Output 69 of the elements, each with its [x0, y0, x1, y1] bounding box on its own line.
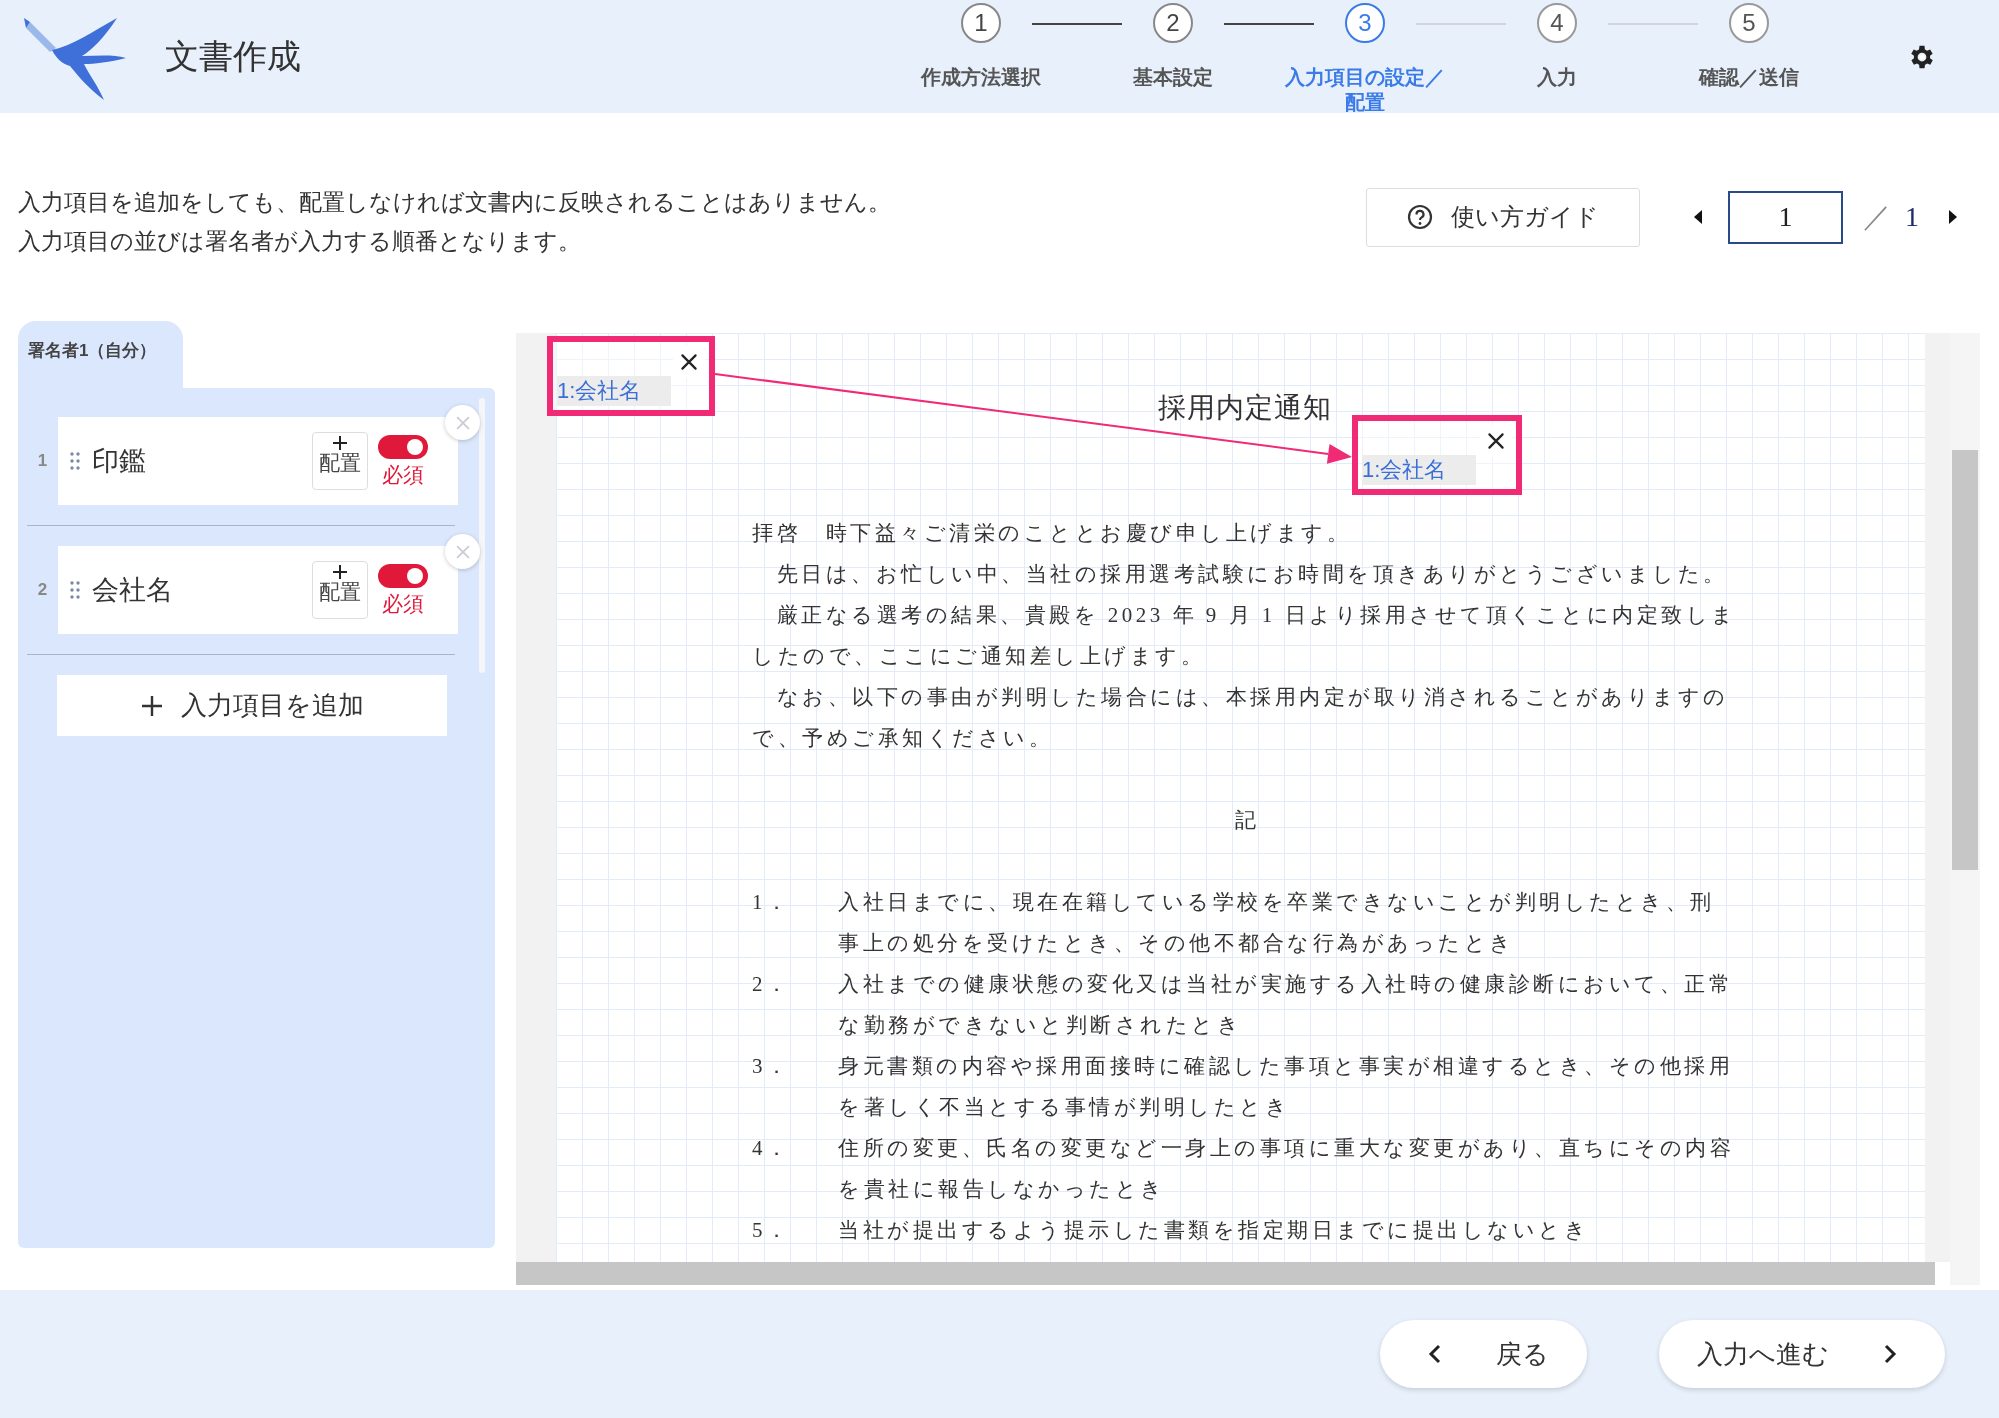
list-number: 5．: [752, 1217, 792, 1244]
document-paragraph: 厳正なる選考の結果、貴殿を 2023 年 9 月 1 日より採用させて頂くことに内定致しましたので、ここにご通知差し上げます。: [752, 602, 1738, 670]
step-number: 5: [1729, 3, 1769, 43]
page-number-field[interactable]: 1: [1728, 190, 1843, 244]
field-tag: 1:会社名: [1362, 455, 1477, 485]
step-label: 入力項目の設定／配置: [1285, 65, 1445, 115]
placed-field[interactable]: 1:会社名: [1352, 415, 1522, 495]
document-paragraph: 先日は、お忙しい中、当社の採用選考試験にお時間を頂きありがとうございました。: [775, 561, 1729, 588]
step-label: 確認／送信: [1697, 65, 1800, 90]
step-label: 基本設定: [1132, 65, 1214, 90]
document-title: 採用内定通知: [1157, 391, 1333, 425]
signer-tab[interactable]: 署名者1（自分）: [18, 321, 183, 388]
scrollbar-thumb[interactable]: [1952, 450, 1978, 870]
list-number: 2．: [752, 971, 792, 998]
list-item-text: 当社が提出するよう提示した書類を指定期日までに提出しないとき: [838, 1217, 1590, 1244]
list-item-text: 入社日までに、現在在籍している学校を卒業できないことが判明したとき、刑事上の処分を受けたとき、その他不都合な行為があったとき: [838, 889, 1716, 957]
field-tag: 1:会社名: [557, 376, 672, 406]
guide-label: 使い方ガイド: [1451, 202, 1599, 232]
step-number: 4: [1537, 3, 1577, 43]
step-number: 1: [961, 3, 1001, 43]
close-icon: [1485, 430, 1507, 452]
field-card[interactable]: 会社名 配置 必須: [58, 546, 458, 634]
guide-button[interactable]: 使い方ガイド: [1366, 187, 1640, 247]
list-number: 3．: [752, 1053, 792, 1080]
placed-field[interactable]: 1:会社名: [547, 336, 715, 416]
add-field-button[interactable]: 入力項目を追加: [57, 675, 447, 736]
place-button[interactable]: 配置: [312, 432, 368, 490]
required-toggle[interactable]: [378, 564, 428, 588]
next-button[interactable]: 入力へ進む: [1659, 1320, 1945, 1388]
list-item-text: 入社までの健康状態の変化又は当社が実施する入社時の健康診断において、正常な勤務ができないと判断されたとき: [838, 971, 1734, 1039]
list-item-text: 身元書類の内容や採用面接時に確認した事項と事実が相違するとき、その他採用を著しく不当とする事情が判明したとき: [838, 1053, 1734, 1121]
chevron-right-icon: [1883, 1343, 1897, 1365]
instruction-text: 入力項目を追加をしても、配置しなければ文書内に反映されることはありません。: [18, 188, 892, 217]
previous-page-icon[interactable]: [1692, 210, 1704, 224]
place-button[interactable]: 配置: [312, 561, 368, 619]
plus-icon: [332, 435, 348, 451]
list-number: 1．: [752, 889, 792, 916]
required-toggle[interactable]: [378, 435, 428, 459]
document-paragraph: なお、以下の事由が判明した場合には、本採用内定が取り消されることがありますので、予めご承知ください。: [752, 684, 1730, 752]
scrollbar[interactable]: [479, 398, 485, 673]
drag-handle-icon[interactable]: [70, 452, 80, 470]
back-button[interactable]: 戻る: [1380, 1320, 1587, 1388]
field-name: 会社名: [92, 574, 174, 607]
required-label: 必須: [382, 592, 424, 616]
field-card[interactable]: 印鑑 配置 必須: [58, 417, 458, 505]
field-number: 1: [36, 451, 49, 471]
plus-icon: [140, 694, 163, 717]
document-paragraph: 拝啓 時下益々ご清栄のこととお慶び申し上げます。: [752, 520, 1352, 547]
field-name: 印鑑: [92, 445, 147, 478]
horizontal-scrollbar[interactable]: [516, 1262, 1935, 1285]
drag-handle-icon[interactable]: [70, 581, 80, 599]
chevron-left-icon: [1428, 1343, 1442, 1365]
page-total: 1: [1905, 201, 1919, 233]
document-heading: 記: [1233, 807, 1257, 834]
app-title: 文書作成: [165, 35, 301, 77]
close-icon: [678, 351, 700, 373]
step-label: 作成方法選択: [919, 65, 1042, 90]
step-label: 入力: [1536, 65, 1578, 90]
step-number: 3: [1345, 3, 1385, 43]
field-number: 2: [36, 580, 49, 600]
page-separator: ／: [1863, 200, 1891, 234]
help-icon: [1407, 204, 1433, 230]
required-label: 必須: [382, 463, 424, 487]
list-number: 4．: [752, 1135, 792, 1162]
plus-icon: [332, 564, 348, 580]
list-item-text: 住所の変更、氏名の変更など一身上の事項に重大な変更があり、直ちにその内容を貴社に報告しなかったとき: [838, 1135, 1735, 1203]
instruction-text: 入力項目の並びは署名者が入力する順番となります。: [18, 227, 582, 256]
step-number: 2: [1153, 3, 1193, 43]
next-page-icon[interactable]: [1947, 210, 1959, 224]
